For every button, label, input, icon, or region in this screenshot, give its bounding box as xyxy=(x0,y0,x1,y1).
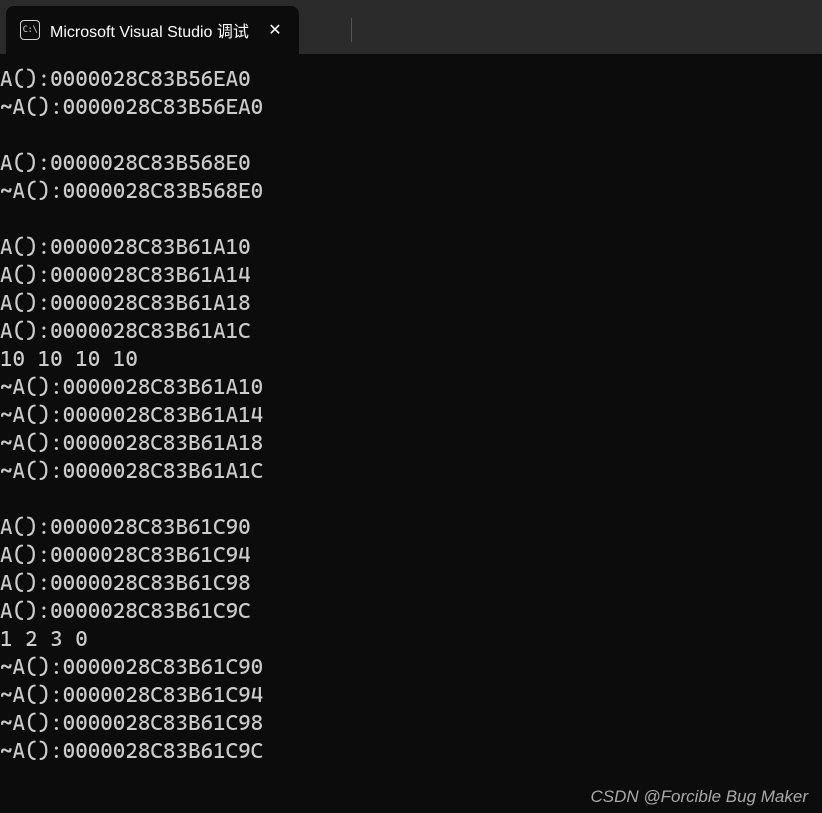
console-line: A():0000028C83B61A14 xyxy=(0,262,822,290)
console-line: ~A():0000028C83B61A18 xyxy=(0,430,822,458)
console-line: ~A():0000028C83B61A10 xyxy=(0,374,822,402)
console-line: A():0000028C83B61A18 xyxy=(0,290,822,318)
console-line xyxy=(0,206,822,234)
titlebar-actions xyxy=(307,6,396,54)
console-line: ~A():0000028C83B61A1C xyxy=(0,458,822,486)
console-line: ~A():0000028C83B61C90 xyxy=(0,654,822,682)
console-line: A():0000028C83B61A10 xyxy=(0,234,822,262)
console-line xyxy=(0,122,822,150)
console-line xyxy=(0,486,822,514)
console-line: ~A():0000028C83B61A14 xyxy=(0,402,822,430)
window-titlebar: C:\ Microsoft Visual Studio 调试 ✕ xyxy=(0,0,822,54)
console-line: ~A():0000028C83B61C94 xyxy=(0,682,822,710)
console-line: A():0000028C83B61C98 xyxy=(0,570,822,598)
console-line: 10 10 10 10 xyxy=(0,346,822,374)
new-tab-button[interactable] xyxy=(307,6,351,54)
close-icon: ✕ xyxy=(268,20,281,40)
console-line: 1 2 3 0 xyxy=(0,626,822,654)
console-line: ~A():0000028C83B56EA0 xyxy=(0,94,822,122)
console-line: A():0000028C83B61A1C xyxy=(0,318,822,346)
active-tab[interactable]: C:\ Microsoft Visual Studio 调试 ✕ xyxy=(6,6,299,54)
console-line: ~A():0000028C83B61C9C xyxy=(0,738,822,766)
console-line: A():0000028C83B56EA0 xyxy=(0,66,822,94)
console-output[interactable]: A():0000028C83B56EA0~A():0000028C83B56EA… xyxy=(0,54,822,766)
console-line: A():0000028C83B61C94 xyxy=(0,542,822,570)
console-icon: C:\ xyxy=(20,20,40,40)
tab-title: Microsoft Visual Studio 调试 xyxy=(50,18,249,42)
watermark: CSDN @Forcible Bug Maker xyxy=(590,787,808,807)
console-line: ~A():0000028C83B568E0 xyxy=(0,178,822,206)
console-line: A():0000028C83B568E0 xyxy=(0,150,822,178)
tab-dropdown-button[interactable] xyxy=(352,6,396,54)
console-line: ~A():0000028C83B61C98 xyxy=(0,710,822,738)
close-tab-button[interactable]: ✕ xyxy=(263,18,287,42)
console-line: A():0000028C83B61C9C xyxy=(0,598,822,626)
console-line: A():0000028C83B61C90 xyxy=(0,514,822,542)
